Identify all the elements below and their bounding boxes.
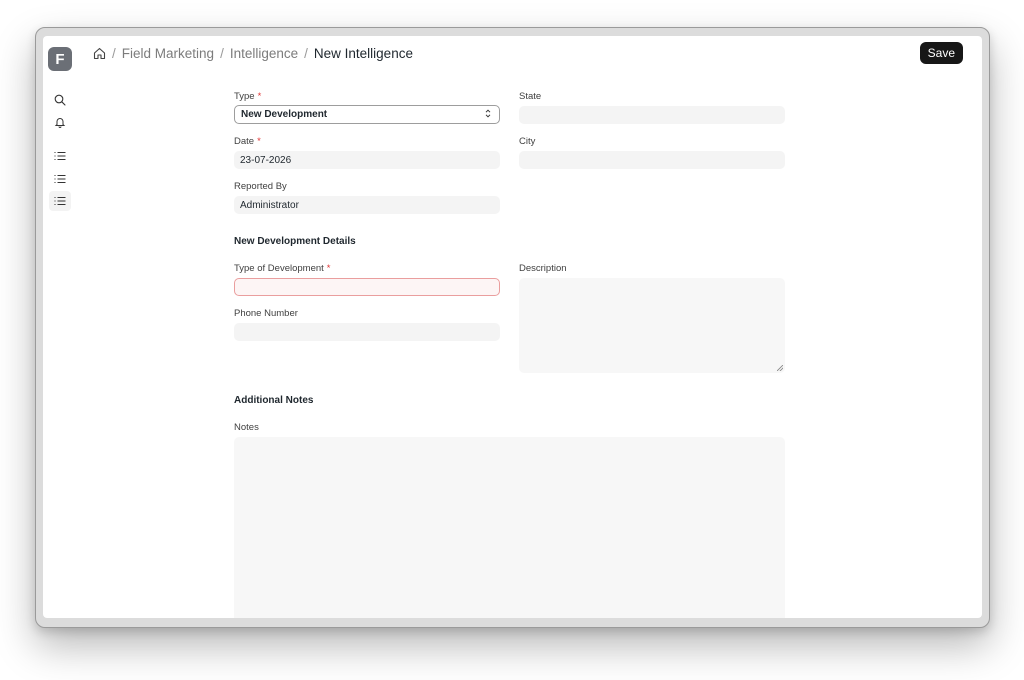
breadcrumb-separator: /: [304, 45, 308, 61]
phone-number-label: Phone Number: [234, 308, 298, 319]
reported-by-input[interactable]: Administrator: [234, 196, 500, 214]
breadcrumb-intelligence[interactable]: Intelligence: [230, 46, 298, 61]
type-label: Type *: [234, 91, 262, 102]
sidebar: F: [43, 36, 79, 618]
notes-label: Notes: [234, 422, 259, 433]
city-input[interactable]: [519, 151, 785, 169]
save-button[interactable]: Save: [919, 42, 963, 64]
date-label: Date *: [234, 136, 261, 147]
list-icon[interactable]: [52, 171, 68, 187]
search-icon[interactable]: [52, 92, 68, 108]
date-input[interactable]: 23-07-2026: [234, 151, 500, 169]
list-icon[interactable]: [49, 191, 71, 211]
breadcrumb-separator: /: [112, 45, 116, 61]
type-of-development-input[interactable]: [234, 278, 500, 296]
section-title-details: New Development Details: [234, 236, 356, 247]
city-label: City: [519, 136, 536, 147]
chevron-updown-icon: [485, 109, 491, 118]
description-label: Description: [519, 263, 567, 274]
app-logo[interactable]: F: [48, 47, 72, 71]
home-icon[interactable]: [93, 47, 106, 60]
list-icon[interactable]: [52, 148, 68, 164]
resize-handle-icon[interactable]: [777, 365, 783, 371]
notes-textarea[interactable]: [234, 437, 785, 618]
breadcrumb-separator: /: [220, 45, 224, 61]
state-input[interactable]: [519, 106, 785, 124]
state-label: State: [519, 91, 542, 102]
phone-number-input[interactable]: [234, 323, 500, 341]
page-title: New Intelligence: [313, 45, 413, 61]
bell-icon[interactable]: [52, 114, 68, 130]
type-select[interactable]: New Development: [234, 105, 500, 124]
device-frame: F / Field Marketing / Intelligence / New…: [35, 27, 990, 628]
breadcrumb-field-marketing[interactable]: Field Marketing: [122, 46, 214, 61]
type-of-development-label: Type of Development *: [234, 263, 331, 274]
breadcrumb: / Field Marketing / Intelligence / New I…: [93, 44, 413, 62]
app-window: F / Field Marketing / Intelligence / New…: [43, 36, 982, 618]
description-textarea[interactable]: [519, 278, 785, 373]
section-title-notes: Additional Notes: [234, 395, 314, 406]
reported-by-label: Reported By: [234, 181, 287, 192]
